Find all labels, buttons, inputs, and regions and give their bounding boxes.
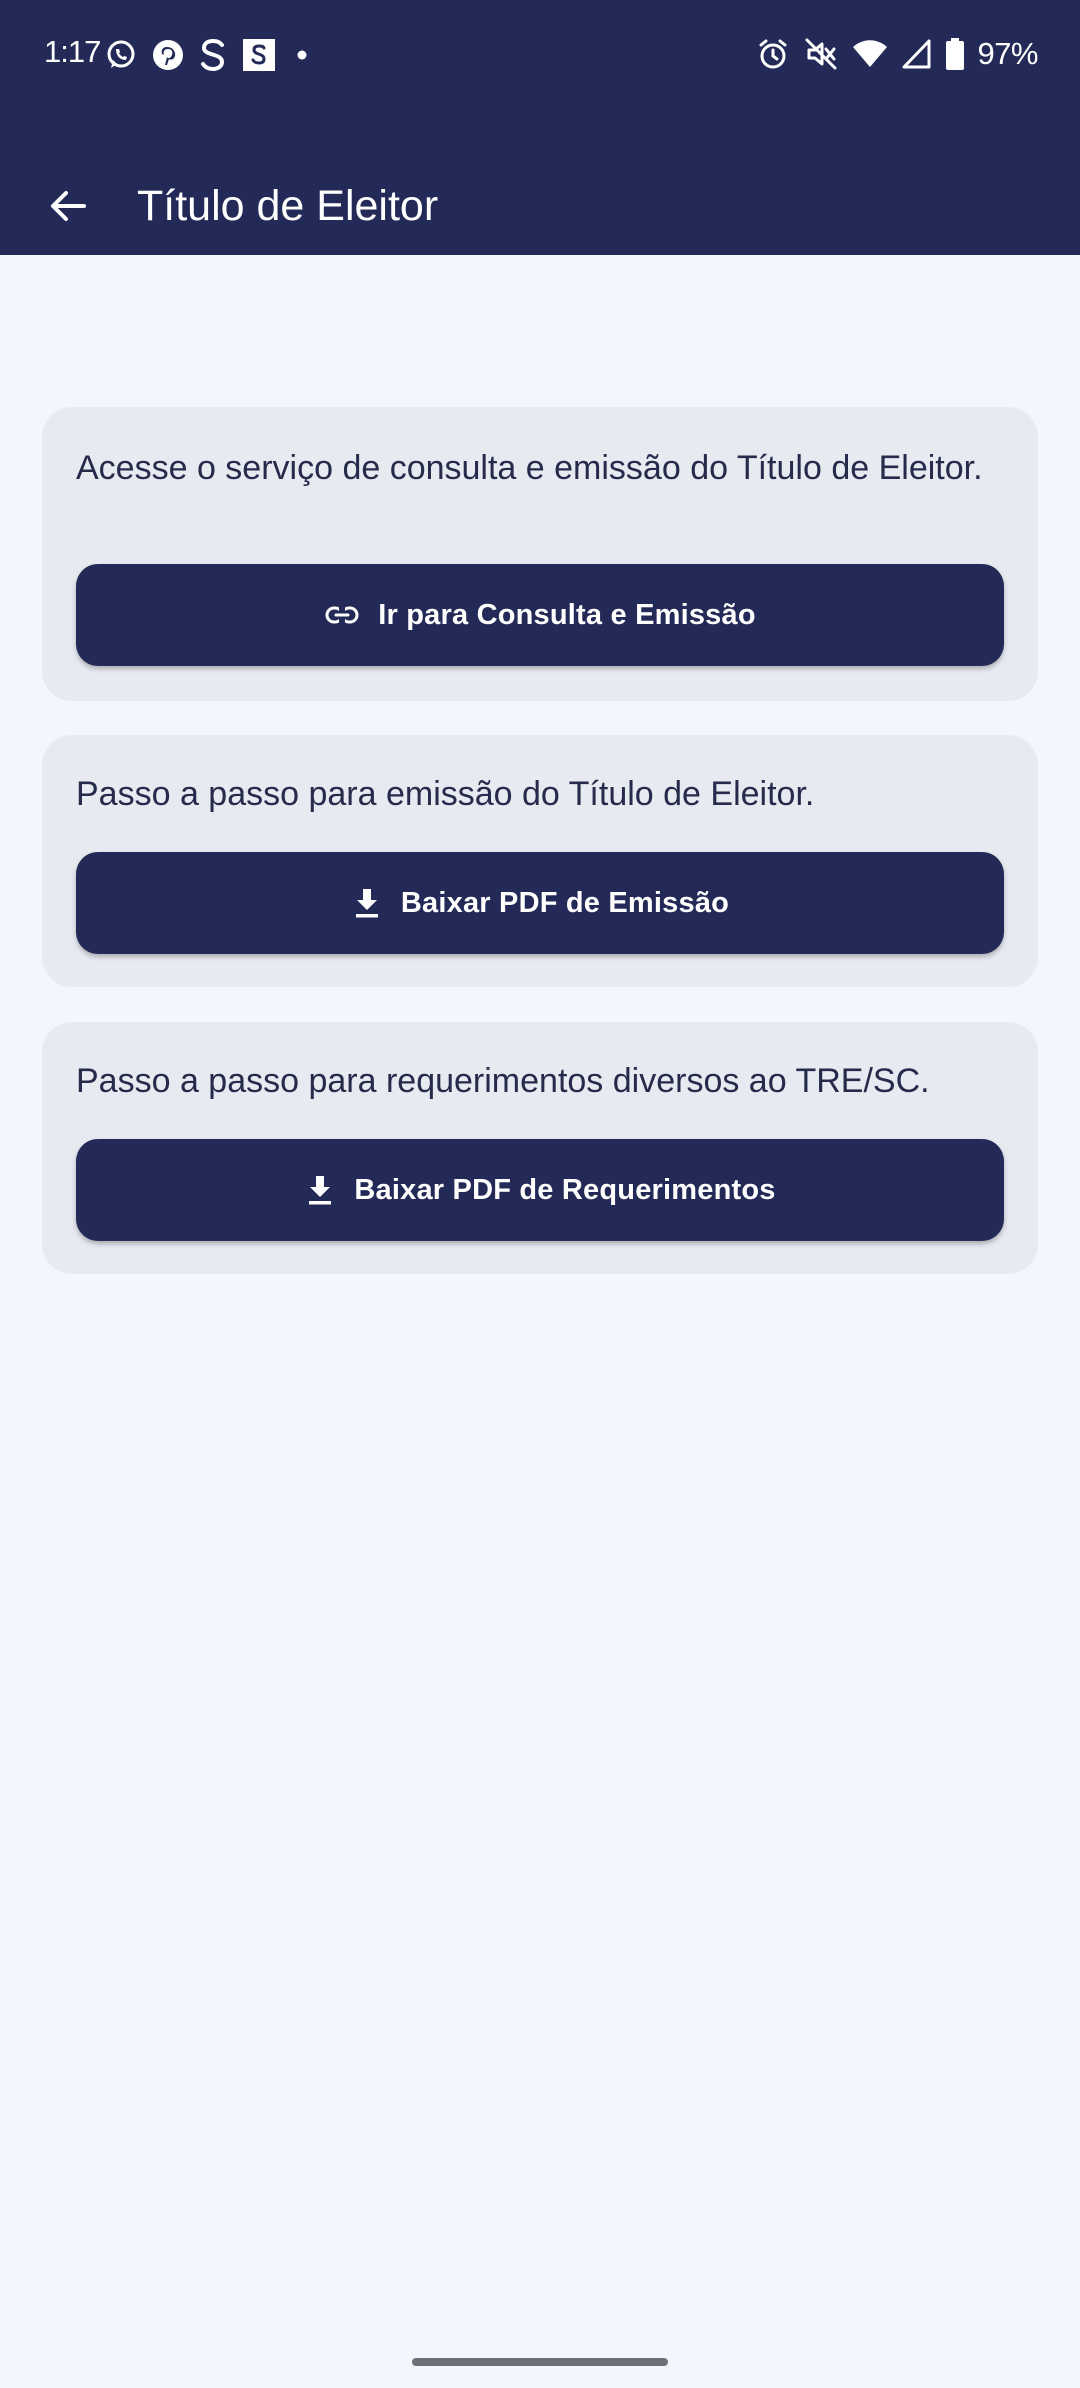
status-bar: 1:17 97%	[0, 0, 1080, 110]
alarm-icon	[755, 36, 791, 72]
signal-icon	[901, 37, 933, 71]
vibrate-off-icon	[803, 36, 839, 72]
status-time: 1:17	[44, 34, 101, 69]
baixar-pdf-requerimentos-button[interactable]: Baixar PDF de Requerimentos	[76, 1139, 1004, 1241]
dot-icon	[290, 43, 314, 67]
button-label: Baixar PDF de Emissão	[400, 886, 730, 919]
top-app-bar: 1:17 97% Título de Eleitor	[0, 0, 1080, 255]
card-description: Passo a passo para emissão do Título de …	[76, 775, 815, 813]
download-icon	[304, 1173, 336, 1207]
home-indicator[interactable]	[412, 2358, 668, 2366]
page-title: Título de Eleitor	[137, 182, 439, 230]
notification-icons	[104, 36, 314, 74]
wifi-icon	[851, 37, 889, 71]
baixar-pdf-emissao-button[interactable]: Baixar PDF de Emissão	[76, 852, 1004, 954]
battery-percent: 97%	[977, 36, 1038, 71]
whatsapp-icon	[104, 38, 138, 72]
card-pdf-emissao: Passo a passo para emissão do Título de …	[42, 735, 1038, 987]
consulta-emissao-button[interactable]: Ir para Consulta e Emissão	[76, 564, 1004, 666]
system-status-icons: 97%	[755, 34, 1038, 74]
button-label: Baixar PDF de Requerimentos	[354, 1173, 776, 1206]
arrow-back-icon	[48, 186, 88, 226]
link-icon	[324, 597, 360, 633]
card-description: Acesse o serviço de consulta e emissão d…	[76, 449, 983, 487]
button-label: Ir para Consulta e Emissão	[378, 598, 756, 631]
card-description: Passo a passo para requerimentos diverso…	[76, 1062, 930, 1100]
s-app-icon	[198, 37, 228, 73]
pinterest-icon	[152, 39, 184, 71]
download-icon	[351, 886, 383, 920]
s-box-app-icon	[242, 38, 276, 72]
back-button[interactable]	[40, 178, 96, 234]
card-consulta-emissao: Acesse o serviço de consulta e emissão d…	[42, 407, 1038, 701]
battery-icon	[945, 37, 965, 71]
card-pdf-requerimentos: Passo a passo para requerimentos diverso…	[42, 1022, 1038, 1274]
